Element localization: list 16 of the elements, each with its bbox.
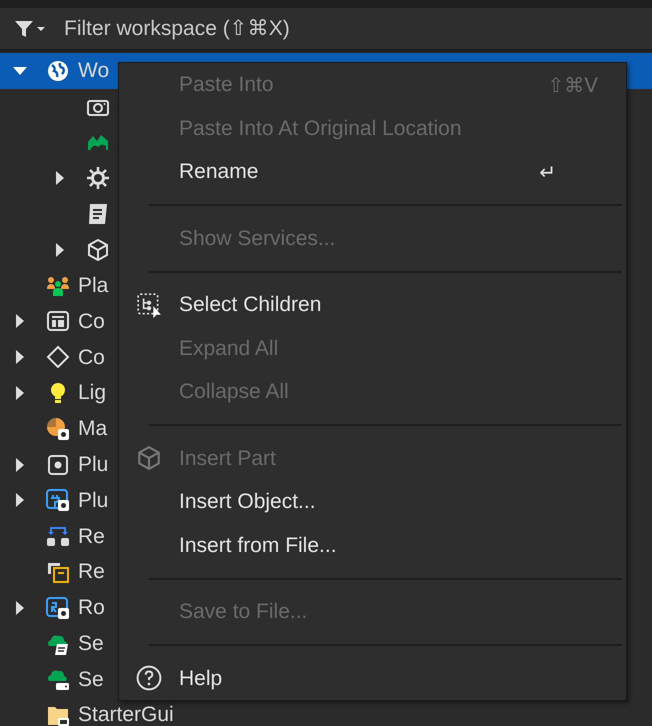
tree-label: Ma xyxy=(78,416,108,442)
tree-label: Lig xyxy=(78,380,106,406)
shortcut-label: ↵ xyxy=(539,158,556,186)
shortcut-label: ⇧⌘V xyxy=(548,72,598,99)
tree-label: Re xyxy=(78,524,105,550)
tree-label: Se xyxy=(78,630,104,657)
tree-label: Pla xyxy=(78,272,108,299)
tree-label: Plu xyxy=(78,452,108,478)
tree-label: StarterGui xyxy=(78,702,174,726)
tree-label: Wo xyxy=(78,58,110,84)
tree-label: Ro xyxy=(78,595,105,622)
tree-label: Co xyxy=(78,308,105,335)
tree-label: Re xyxy=(78,559,105,586)
tree-label: Co xyxy=(78,344,105,371)
tree-label: Se xyxy=(78,666,104,693)
tree-label: Plu xyxy=(78,488,108,514)
